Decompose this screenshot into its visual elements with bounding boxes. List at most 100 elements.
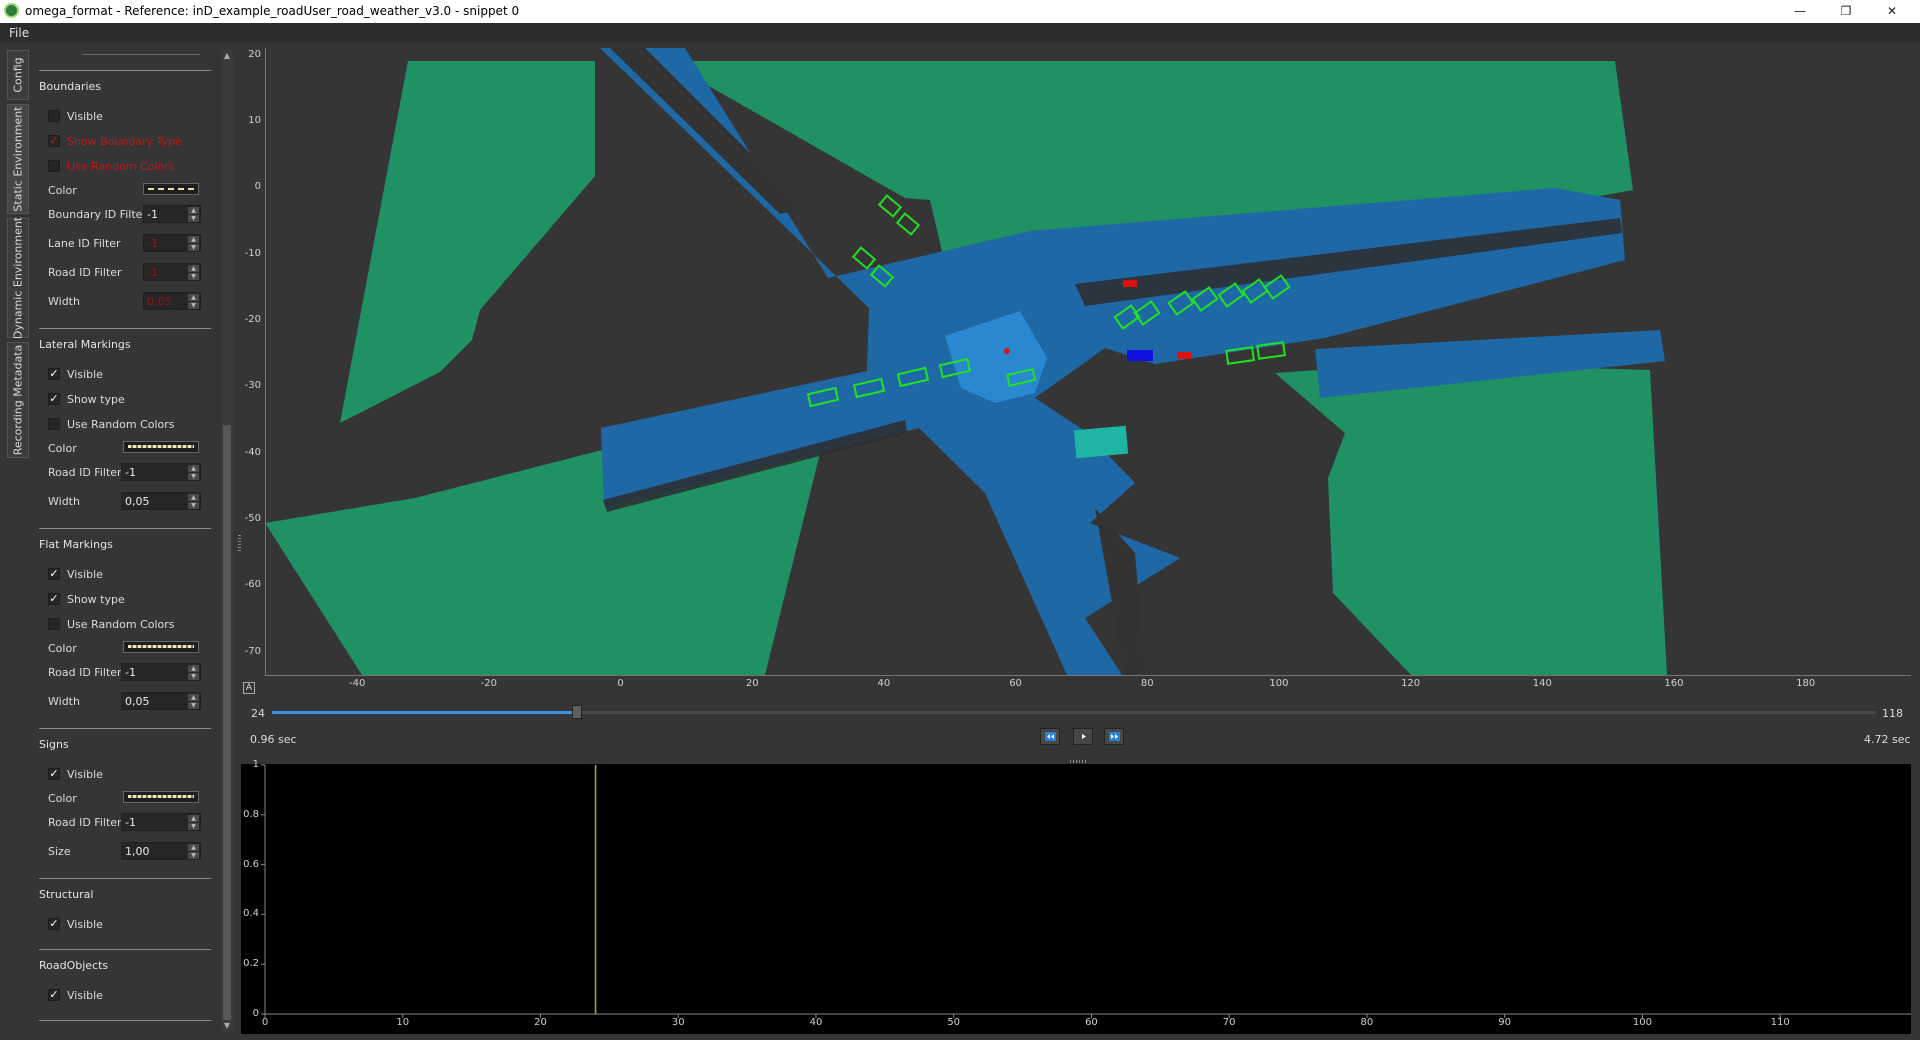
- menu-file[interactable]: File: [9, 26, 29, 40]
- map-x-tick-label: 40: [877, 678, 891, 689]
- signs-size-input[interactable]: [125, 844, 165, 858]
- tab-static-environment[interactable]: Static Environment: [7, 104, 29, 214]
- scroll-up-icon[interactable]: ▲: [221, 50, 233, 62]
- signs-road-id-filter-spinbox[interactable]: ▲▼: [121, 813, 201, 831]
- app-logo-icon: [4, 3, 19, 18]
- boundaries-random-colors-checkbox[interactable]: [48, 160, 60, 172]
- flat-width-spinbox[interactable]: ▲▼: [121, 692, 201, 710]
- flat-random-colors-checkbox[interactable]: [48, 618, 60, 630]
- timeline-handle[interactable]: [571, 705, 582, 719]
- lane-id-filter-spinbox[interactable]: ▲▼: [143, 234, 201, 252]
- minimize-button[interactable]: —: [1777, 0, 1823, 23]
- autoscale-button[interactable]: A: [243, 682, 255, 694]
- scroll-down-icon[interactable]: ▼: [221, 1020, 233, 1032]
- spin-down-icon[interactable]: ▼: [188, 302, 199, 309]
- spin-down-icon[interactable]: ▼: [188, 473, 199, 480]
- fast-forward-button[interactable]: [1104, 728, 1124, 745]
- lateral-random-colors-checkbox[interactable]: [48, 418, 60, 430]
- boundaries-color-button[interactable]: [143, 183, 199, 195]
- tab-dynamic-environment-label: Dynamic Environment: [11, 216, 25, 340]
- road-id-filter-spinbox[interactable]: ▲▼: [143, 263, 201, 281]
- signs-size-spinbox[interactable]: ▲▼: [121, 842, 201, 860]
- road-objects-visible-checkbox[interactable]: ✓: [48, 989, 60, 1001]
- lateral-road-id-filter-input[interactable]: [125, 465, 165, 479]
- signs-visible-checkbox[interactable]: ✓: [48, 768, 60, 780]
- section-divider: [39, 1020, 211, 1021]
- maximize-button[interactable]: ❐: [1823, 0, 1869, 23]
- map-x-tick-label: -40: [349, 678, 366, 689]
- lateral-visible-checkbox[interactable]: ✓: [48, 368, 60, 380]
- flat-visible-checkbox[interactable]: ✓: [48, 568, 60, 580]
- spin-up-icon[interactable]: ▲: [188, 694, 199, 701]
- spin-up-icon[interactable]: ▲: [188, 844, 199, 851]
- boundaries-width-input[interactable]: [147, 294, 187, 308]
- flat-color-button[interactable]: [123, 641, 199, 653]
- map-canvas[interactable]: [265, 48, 1911, 675]
- menu-bar: File: [0, 23, 1920, 43]
- lateral-road-id-filter-spinbox[interactable]: ▲▼: [121, 463, 201, 481]
- boundary-id-filter-input[interactable]: [147, 207, 187, 221]
- lateral-road-id-filter-label: Road ID Filter: [48, 466, 122, 479]
- spin-down-icon[interactable]: ▼: [188, 502, 199, 509]
- plot-y-tick-label: 0.8: [243, 808, 259, 820]
- spin-up-icon[interactable]: ▲: [188, 815, 199, 822]
- signs-road-id-filter-input[interactable]: [125, 815, 165, 829]
- spin-up-icon[interactable]: ▲: [188, 236, 199, 243]
- road-objects-title: RoadObjects: [39, 959, 109, 972]
- rewind-button[interactable]: [1040, 728, 1060, 745]
- spin-up-icon[interactable]: ▲: [188, 265, 199, 272]
- sidebar-scrollbar[interactable]: ▲ ▼: [221, 50, 233, 1032]
- spin-down-icon[interactable]: ▼: [188, 852, 199, 859]
- map-x-tick-label: 60: [1009, 678, 1022, 689]
- spin-up-icon[interactable]: ▲: [188, 207, 199, 214]
- plot-splitter-handle[interactable]: [1070, 760, 1088, 763]
- play-button[interactable]: [1073, 728, 1093, 745]
- flat-width-input[interactable]: [125, 694, 165, 708]
- boundaries-width-spinbox[interactable]: ▲▼: [143, 292, 201, 310]
- spin-down-icon[interactable]: ▼: [188, 244, 199, 251]
- map-y-tick-label: -60: [244, 579, 261, 591]
- fast-forward-icon: [1109, 732, 1120, 741]
- scrollbar-thumb[interactable]: [223, 425, 231, 1020]
- lateral-width-spinbox[interactable]: ▲▼: [121, 492, 201, 510]
- boundary-id-filter-label: Boundary ID Filter: [48, 208, 147, 221]
- flat-show-type-checkbox[interactable]: ✓: [48, 593, 60, 605]
- spin-down-icon[interactable]: ▼: [188, 673, 199, 680]
- boundaries-color-label: Color: [48, 184, 77, 197]
- lateral-show-type-checkbox[interactable]: ✓: [48, 393, 60, 405]
- spin-down-icon[interactable]: ▼: [188, 215, 199, 222]
- spin-down-icon[interactable]: ▼: [188, 273, 199, 280]
- spin-up-icon[interactable]: ▲: [188, 465, 199, 472]
- lateral-color-label: Color: [48, 442, 77, 455]
- road-id-filter-input[interactable]: [147, 265, 187, 279]
- tab-config[interactable]: Config: [7, 50, 29, 100]
- lateral-color-button[interactable]: [123, 441, 199, 453]
- spin-up-icon[interactable]: ▲: [188, 494, 199, 501]
- spin-up-icon[interactable]: ▲: [188, 294, 199, 301]
- section-divider: [39, 328, 211, 329]
- boundaries-title: Boundaries: [39, 80, 102, 93]
- spin-up-icon[interactable]: ▲: [188, 665, 199, 672]
- boundaries-visible-checkbox[interactable]: [48, 110, 60, 122]
- flat-road-id-filter-input[interactable]: [125, 665, 165, 679]
- lateral-markings-title: Lateral Markings: [39, 338, 131, 351]
- spin-down-icon[interactable]: ▼: [188, 823, 199, 830]
- flat-show-type-label: Show type: [67, 593, 125, 606]
- tab-dynamic-environment[interactable]: Dynamic Environment: [7, 216, 29, 340]
- tab-config-label: Config: [11, 57, 25, 93]
- map-y-tick-label: -50: [244, 513, 261, 525]
- lane-id-filter-input[interactable]: [147, 236, 187, 250]
- close-button[interactable]: ✕: [1869, 0, 1915, 23]
- tab-recording-metadata[interactable]: Recording Metadata: [7, 342, 29, 458]
- lateral-width-input[interactable]: [125, 494, 165, 508]
- parking-patch: [1073, 425, 1129, 459]
- structural-visible-checkbox[interactable]: ✓: [48, 918, 60, 930]
- flat-road-id-filter-spinbox[interactable]: ▲▼: [121, 663, 201, 681]
- map-x-axis: [265, 675, 1911, 676]
- signs-color-button[interactable]: [123, 791, 199, 803]
- show-boundary-type-checkbox[interactable]: ✓: [48, 135, 60, 147]
- signs-visible-label: Visible: [67, 768, 103, 781]
- spin-down-icon[interactable]: ▼: [188, 702, 199, 709]
- vehicle-marker-blue: [1127, 350, 1153, 361]
- boundary-id-filter-spinbox[interactable]: ▲▼: [143, 205, 201, 223]
